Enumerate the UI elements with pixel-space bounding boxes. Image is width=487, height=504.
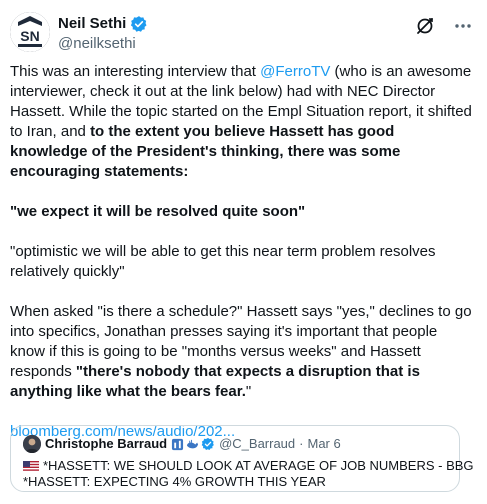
whale-icon <box>187 439 199 448</box>
tweet-paragraph-4: When asked "is there a schedule?" Hasset… <box>10 302 472 402</box>
quoted-author-handle[interactable]: @C_Barraud <box>219 435 295 453</box>
bar-chart-icon <box>172 438 184 450</box>
mention-link[interactable]: @FerroTV <box>260 63 330 80</box>
quoted-author-avatar[interactable] <box>23 435 41 453</box>
grok-icon[interactable] <box>415 16 435 36</box>
tweet-header: SN Neil Sethi @neilksethi <box>10 10 477 58</box>
quoted-line-2: *HASSETT: EXPECTING 4% GROWTH THIS YEAR <box>23 474 447 490</box>
author-display-name[interactable]: Neil Sethi <box>58 14 126 34</box>
quoted-author-name[interactable]: Christophe Barraud <box>45 435 167 453</box>
author-handle[interactable]: @neilksethi <box>58 34 148 54</box>
verified-badge-icon <box>201 437 214 451</box>
tweet-text-segment: " <box>245 383 252 400</box>
tweet-text: This was an interesting interview that @… <box>10 62 472 462</box>
header-actions <box>415 16 473 36</box>
author-name-block: Neil Sethi @neilksethi <box>58 14 148 54</box>
quoted-author-emoji-group <box>171 437 215 451</box>
quoted-tweet-header: Christophe Barraud @C_Barraud · Mar 6 <box>23 434 447 454</box>
tweet-paragraph-3: "optimistic we will be able to get this … <box>10 242 472 282</box>
author-logo-icon: SN <box>10 12 50 52</box>
quoted-text-line-1: *HASSETT: WE SHOULD LOOK AT AVERAGE OF J… <box>43 458 474 473</box>
tweet-paragraph-1: This was an interesting interview that @… <box>10 62 472 182</box>
tweet-paragraph-2: "we expect it will be resolved quite soo… <box>10 202 472 222</box>
svg-text:SN: SN <box>20 28 39 44</box>
tweet-text-segment: "optimistic we will be able to get this … <box>10 243 436 280</box>
quoted-line-1: *HASSETT: WE SHOULD LOOK AT AVERAGE OF J… <box>23 458 474 474</box>
quoted-date[interactable]: Mar 6 <box>308 435 341 453</box>
quoted-tweet-card[interactable]: Christophe Barraud @C_Barraud · Mar 6 *H… <box>10 425 474 492</box>
tweet-bold-segment: "we expect it will be resolved quite soo… <box>10 203 306 220</box>
tweet-text-segment: This was an interesting interview that <box>10 63 261 80</box>
author-avatar[interactable]: SN <box>10 12 50 52</box>
quoted-separator: · <box>299 436 304 451</box>
more-icon[interactable] <box>453 16 473 36</box>
verified-badge-icon[interactable] <box>130 15 148 33</box>
quoted-tweet-body: *HASSETT: WE SHOULD LOOK AT AVERAGE OF J… <box>23 458 474 490</box>
us-flag-icon <box>23 460 39 472</box>
quoted-text-line-2: *HASSETT: EXPECTING 4% GROWTH THIS YEAR <box>23 474 326 489</box>
